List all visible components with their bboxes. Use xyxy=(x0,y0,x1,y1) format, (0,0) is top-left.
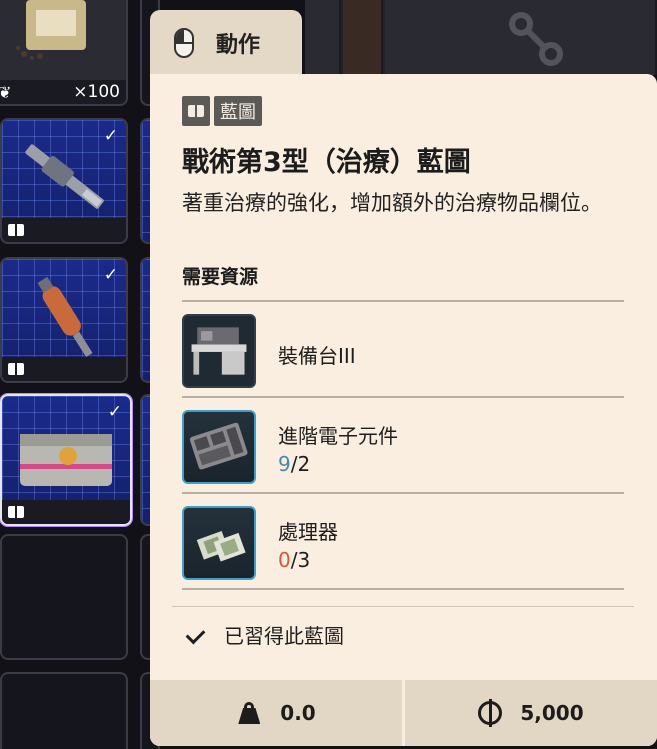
inventory-slot-selected[interactable]: ✓ xyxy=(0,394,132,526)
item-tooltip-panel: 藍圖 戰術第3型（治療）藍圖 著重治療的強化，增加額外的治療物品欄位。 需要資源… xyxy=(150,74,657,746)
item-description: 著重治療的強化，增加額外的治療物品欄位。 xyxy=(182,191,602,215)
rifle-icon xyxy=(25,144,104,209)
inventory-slot-empty[interactable] xyxy=(0,534,128,660)
coin-icon xyxy=(478,699,503,727)
background-tile xyxy=(305,0,341,75)
slot-footer: ❦ ×100 xyxy=(0,80,126,104)
resource-name: 進階電子元件 xyxy=(278,424,398,448)
resource-count: 0/3 xyxy=(278,548,310,572)
injector-icon xyxy=(37,276,93,358)
weight-value: 0.0 xyxy=(280,701,316,725)
resource-need: /2 xyxy=(290,452,311,476)
inventory-slot[interactable]: ✓ xyxy=(0,118,128,244)
inventory-slot[interactable]: ✓ xyxy=(0,257,128,383)
item-title: 戰術第3型（治療）藍圖 xyxy=(182,147,471,178)
electronics-icon xyxy=(182,410,256,484)
resource-have: 0 xyxy=(278,548,291,572)
resource-row: 進階電子元件 9/2 xyxy=(182,398,624,494)
action-tab[interactable]: 動作 xyxy=(150,10,302,76)
resource-row: 裝備台III xyxy=(182,302,624,398)
item-type-badge: 藍圖 xyxy=(182,96,262,126)
requirements-heading: 需要資源 xyxy=(182,266,259,288)
workbench-icon xyxy=(182,314,256,388)
learned-status: 已習得此藍圖 xyxy=(186,620,344,649)
divider xyxy=(172,606,634,607)
learned-label: 已習得此藍圖 xyxy=(224,624,344,648)
modification-icon xyxy=(509,12,563,66)
action-label: 動作 xyxy=(216,33,261,58)
seed-pouch-icon xyxy=(16,0,86,60)
medkit-case-icon xyxy=(20,434,112,486)
blueprint-icon xyxy=(8,506,24,518)
game-inventory-screen: ❦ ×100 ✓ ✓ xyxy=(0,0,657,749)
weight-stat: 0.0 xyxy=(150,680,402,746)
inventory-slot[interactable]: ❦ ×100 xyxy=(0,0,128,106)
resource-count: 9/2 xyxy=(278,452,310,476)
item-stats-footer: 0.0 5,000 xyxy=(150,680,657,746)
resource-need: /3 xyxy=(290,548,311,572)
leaf-icon: ❦ xyxy=(0,83,11,102)
slot-footer xyxy=(2,357,126,381)
blueprint-icon xyxy=(8,224,24,236)
background-panel xyxy=(305,0,657,75)
inventory-slot-empty[interactable] xyxy=(0,672,128,749)
item-type-label: 藍圖 xyxy=(214,96,262,126)
divider xyxy=(182,588,624,590)
processor-icon xyxy=(182,506,256,580)
background-tile xyxy=(343,0,383,75)
price-value: 5,000 xyxy=(520,701,584,725)
resource-name: 裝備台III xyxy=(278,344,356,368)
mouse-icon xyxy=(174,28,194,58)
slot-footer xyxy=(2,218,126,242)
resource-have: 9 xyxy=(278,452,291,476)
price-stat: 5,000 xyxy=(405,680,657,746)
check-icon xyxy=(186,624,208,646)
resource-name: 處理器 xyxy=(278,520,338,544)
weight-icon xyxy=(236,702,262,724)
item-count: ×100 xyxy=(73,82,120,102)
blueprint-icon xyxy=(8,363,24,375)
resource-row: 處理器 0/3 xyxy=(182,494,624,590)
book-icon xyxy=(182,96,210,126)
slot-footer xyxy=(2,500,130,524)
